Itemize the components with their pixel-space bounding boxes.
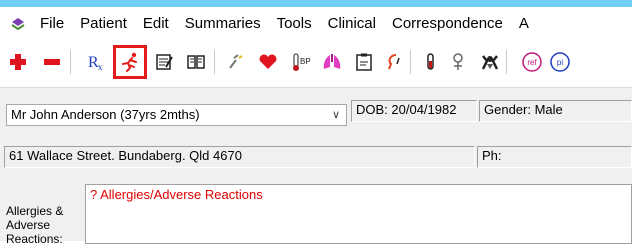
activity-button[interactable]: [113, 45, 147, 79]
cardio-button[interactable]: [256, 50, 280, 74]
allergies-label: Allergies & Adverse Reactions:: [6, 204, 63, 246]
notepad-icon: [156, 54, 173, 70]
blood-pressure-button[interactable]: BP: [290, 50, 314, 74]
svg-text:pi: pi: [557, 58, 563, 67]
stethoscope-icon: [229, 54, 243, 69]
pathology-button[interactable]: [418, 50, 442, 74]
referral-icon: ref: [522, 52, 542, 72]
menu-bar: File Patient Edit Summaries Tools Clinic…: [0, 7, 632, 40]
title-bar-strip: [0, 0, 632, 7]
ent-button[interactable]: [382, 50, 406, 74]
patient-header-panel: Mr John Anderson (37yrs 2mths) ∨ DOB: 20…: [0, 88, 632, 246]
allergies-label-line: Reactions:: [6, 232, 63, 246]
toolbar-separator: [506, 50, 507, 74]
running-figure-icon: [122, 52, 137, 72]
app-logo-icon: [10, 16, 26, 32]
add-button[interactable]: [6, 50, 30, 74]
notes-button[interactable]: [152, 50, 176, 74]
svg-text:ref: ref: [527, 58, 537, 67]
allergies-label-line: Adverse: [6, 218, 51, 232]
allergies-box[interactable]: ? Allergies/Adverse Reactions: [85, 184, 632, 244]
toolbar-separator: [410, 50, 411, 74]
allergies-label-line: Allergies &: [6, 204, 64, 218]
gender-field: Gender: Male: [479, 100, 632, 122]
menu-file[interactable]: File: [32, 15, 72, 32]
examination-button[interactable]: [224, 50, 248, 74]
test-tube-icon: [427, 53, 434, 70]
menu-edit[interactable]: Edit: [135, 15, 177, 32]
patient-info-icon: pi: [550, 52, 570, 72]
remove-icon: [44, 59, 60, 65]
procedure-button[interactable]: [446, 50, 470, 74]
address-field: 61 Wallace Street. Bundaberg. Qld 4670: [4, 146, 475, 168]
book-icon: [187, 55, 205, 69]
chevron-down-icon[interactable]: ∨: [332, 105, 340, 125]
ear-icon: [388, 54, 400, 70]
toolbar-separator: [70, 50, 71, 74]
patient-selector-value: Mr John Anderson (37yrs 2mths): [11, 107, 200, 122]
prescription-button[interactable]: Rx: [84, 50, 108, 74]
clipboard-button[interactable]: [352, 50, 376, 74]
menu-tools[interactable]: Tools: [269, 15, 320, 32]
lungs-icon: [323, 54, 341, 69]
remove-button[interactable]: [40, 50, 64, 74]
toolbar: Rx BP ref pi: [0, 40, 632, 88]
allergies-text: ? Allergies/Adverse Reactions: [90, 187, 263, 202]
blood-pressure-icon: BP: [293, 53, 311, 71]
phone-field: Ph:: [477, 146, 632, 168]
patient-info-button[interactable]: pi: [548, 50, 572, 74]
add-icon: [10, 54, 26, 70]
clipboard-icon: [356, 53, 372, 71]
svg-text:x: x: [98, 62, 103, 72]
respiratory-button[interactable]: [320, 50, 344, 74]
bandage-icon: [453, 53, 463, 70]
heart-icon: [259, 54, 277, 69]
toolbar-separator: [214, 50, 215, 74]
referral-button[interactable]: ref: [520, 50, 544, 74]
dob-field: DOB: 20/04/1982: [351, 100, 477, 122]
prescription-icon: Rx: [88, 54, 103, 72]
menu-overflow[interactable]: A: [511, 15, 537, 32]
svg-text:BP: BP: [300, 57, 311, 66]
menu-summaries[interactable]: Summaries: [177, 15, 269, 32]
menu-correspondence[interactable]: Correspondence: [384, 15, 511, 32]
menu-clinical[interactable]: Clinical: [320, 15, 384, 32]
patient-selector[interactable]: Mr John Anderson (37yrs 2mths) ∨: [6, 104, 347, 126]
book-button[interactable]: [184, 50, 208, 74]
obstetrics-button[interactable]: [478, 50, 502, 74]
menu-patient[interactable]: Patient: [72, 15, 135, 32]
baby-icon: [481, 55, 499, 70]
